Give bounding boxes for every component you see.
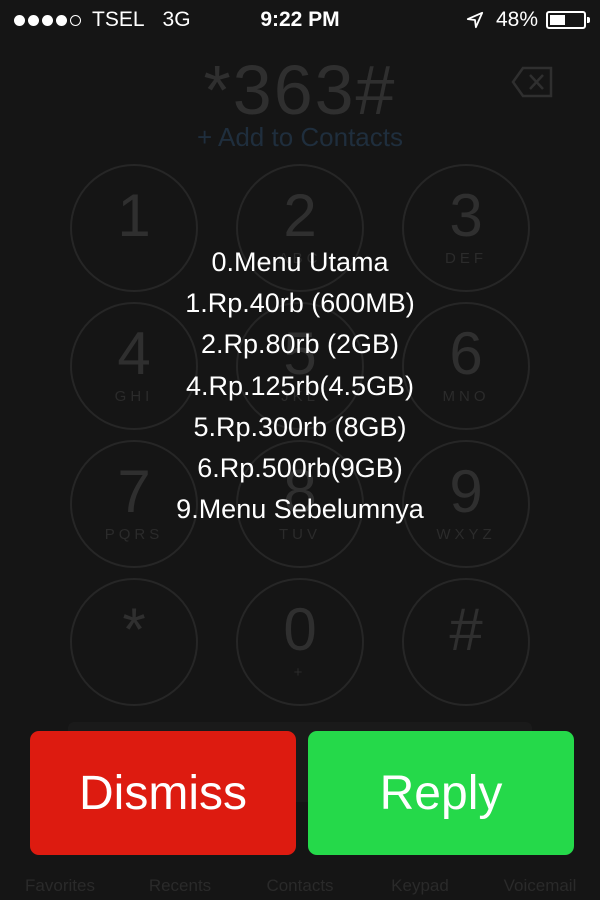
key-digit: # bbox=[449, 596, 483, 663]
ussd-line: 9.Menu Sebelumnya bbox=[176, 494, 424, 525]
ussd-line: 6.Rp.500rb(9GB) bbox=[197, 453, 403, 484]
dismiss-button[interactable]: Dismiss bbox=[30, 731, 296, 855]
backspace-icon[interactable] bbox=[511, 66, 555, 98]
battery-icon bbox=[546, 11, 590, 29]
add-to-contacts-link[interactable]: + Add to Contacts bbox=[0, 122, 600, 153]
keypad-key[interactable]: # bbox=[402, 578, 530, 706]
tab-item[interactable]: Favorites bbox=[0, 870, 120, 900]
key-letters: + bbox=[293, 664, 307, 681]
ussd-line: 5.Rp.300rb (8GB) bbox=[193, 411, 407, 442]
key-digit: 2 bbox=[283, 182, 317, 249]
dialed-number: *363# bbox=[203, 51, 397, 129]
status-right: 48% bbox=[466, 8, 590, 32]
key-digit: 1 bbox=[117, 182, 151, 249]
ussd-line: 1.Rp.40rb (600MB) bbox=[185, 288, 415, 319]
tab-item[interactable]: Contacts bbox=[240, 870, 360, 900]
keypad-key[interactable]: * bbox=[70, 578, 198, 706]
ussd-line: 2.Rp.80rb (2GB) bbox=[200, 329, 400, 360]
ussd-line: 0.Menu Utama bbox=[211, 247, 389, 277]
tab-item[interactable]: Voicemail bbox=[480, 870, 600, 900]
key-digit: 3 bbox=[449, 182, 483, 249]
key-digit: 0 bbox=[283, 596, 317, 663]
tab-item[interactable]: Recents bbox=[120, 870, 240, 900]
tab-bar: Favorites Recents Contacts Keypad Voicemail bbox=[0, 870, 600, 900]
battery-percent: 48% bbox=[495, 8, 538, 31]
location-arrow-icon bbox=[466, 11, 484, 29]
key-digit: * bbox=[122, 596, 146, 663]
tab-item[interactable]: Keypad bbox=[360, 870, 480, 900]
ussd-message: 0.Menu Utama 1.Rp.40rb (600MB) 2.Rp.80rb (… bbox=[0, 242, 600, 530]
ussd-line: 4.Rp.125rb(4.5GB) bbox=[185, 370, 415, 401]
status-bar: TSEL 3G 9:22 PM 48% bbox=[0, 0, 600, 40]
reply-button[interactable]: Reply bbox=[308, 731, 574, 855]
keypad-key[interactable]: 0 + bbox=[236, 578, 364, 706]
